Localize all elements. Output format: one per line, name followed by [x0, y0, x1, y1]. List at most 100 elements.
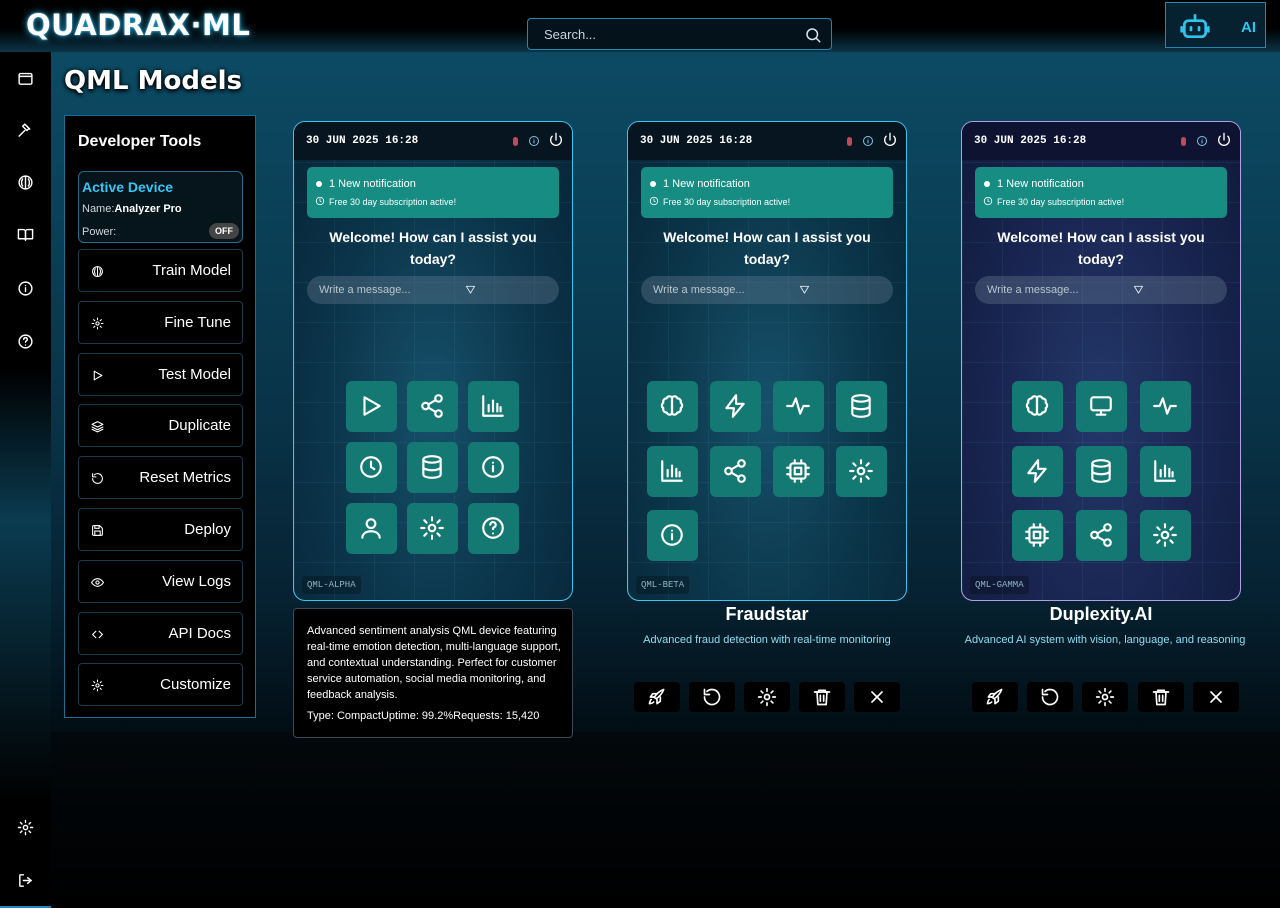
reset-action-button[interactable]	[689, 682, 735, 712]
info-icon[interactable]	[1196, 135, 1208, 147]
settings-action-button[interactable]	[744, 682, 790, 712]
power-toggle[interactable]: OFF	[209, 223, 239, 239]
ai-assistant-button[interactable]: AI	[1165, 2, 1266, 48]
message-input[interactable]: Write a message...	[975, 276, 1227, 304]
triangle-down-icon[interactable]	[465, 284, 476, 295]
cpu-tile[interactable]	[1012, 510, 1063, 561]
power-icon[interactable]	[882, 132, 898, 148]
gear-tile[interactable]	[407, 503, 458, 554]
lower-background	[51, 732, 1280, 908]
welcome-text: Welcome! How can I assist you today?	[329, 229, 537, 267]
customize-button[interactable]: Customize	[78, 663, 243, 706]
notification-banner[interactable]: 1 New notification Free 30 day subscript…	[307, 167, 559, 218]
close-icon	[871, 691, 883, 703]
play-icon	[93, 370, 103, 381]
window-icon[interactable]	[17, 70, 34, 87]
view-logs-button[interactable]: View Logs	[78, 560, 243, 603]
settings-action-button[interactable]	[1082, 682, 1128, 712]
info-tile[interactable]	[468, 442, 519, 493]
tooltip-description: Advanced sentiment analysis QML device f…	[307, 625, 561, 701]
ai-label: AI	[1241, 19, 1256, 36]
record-indicator	[847, 137, 852, 146]
reset-metrics-button[interactable]: Reset Metrics	[78, 456, 243, 499]
database-tile[interactable]	[836, 381, 887, 432]
message-input[interactable]: Write a message...	[641, 276, 893, 304]
bolt-tile[interactable]	[710, 381, 761, 432]
deploy-button[interactable]: Deploy	[78, 508, 243, 551]
brain-tile[interactable]	[647, 381, 698, 432]
logout-icon[interactable]	[17, 872, 34, 889]
app-header: QUADRAX·ML Search... AI	[0, 0, 1280, 52]
clock-tile[interactable]	[346, 442, 397, 493]
info-icon[interactable]	[862, 135, 874, 147]
play-tile[interactable]	[346, 381, 397, 432]
info-tile[interactable]	[647, 510, 698, 561]
rocket-icon	[986, 688, 1003, 705]
share-tile[interactable]	[710, 446, 761, 497]
power-icon[interactable]	[548, 132, 564, 148]
message-input[interactable]: Write a message...	[307, 276, 559, 304]
share-tile[interactable]	[407, 381, 458, 432]
chart-tile[interactable]	[647, 446, 698, 497]
welcome-text: Welcome! How can I assist you today?	[663, 229, 871, 267]
search-icon[interactable]	[804, 26, 822, 44]
activity-icon	[1153, 397, 1177, 415]
triangle-down-icon[interactable]	[799, 284, 810, 295]
notification-banner[interactable]: 1 New notification Free 30 day subscript…	[975, 167, 1227, 218]
book-icon[interactable]	[17, 226, 34, 243]
close-action-button[interactable]	[1193, 682, 1239, 712]
chart-icon	[1154, 460, 1176, 482]
user-tile[interactable]	[346, 503, 397, 554]
device-time: 30 JUN 2025 16:28	[640, 135, 753, 147]
info-icon[interactable]	[17, 280, 34, 297]
help-icon[interactable]	[17, 333, 34, 350]
notification-dot	[984, 181, 990, 187]
activity-icon	[786, 397, 810, 415]
gear-tile[interactable]	[836, 446, 887, 497]
chart-tile[interactable]	[468, 381, 519, 432]
duplicate-button[interactable]: Duplicate	[78, 404, 243, 447]
deploy-action-button[interactable]	[972, 682, 1018, 712]
share-tile[interactable]	[1076, 510, 1127, 561]
clock-icon	[649, 196, 659, 206]
device-card-alpha[interactable]: 30 JUN 2025 16:28 1 New notification Fre…	[293, 121, 573, 601]
reset-action-button[interactable]	[1027, 682, 1073, 712]
code-icon	[92, 630, 103, 639]
test-model-button[interactable]: Test Model	[78, 353, 243, 396]
activity-tile[interactable]	[1140, 381, 1191, 432]
notification-banner[interactable]: 1 New notification Free 30 day subscript…	[641, 167, 893, 218]
help-tile[interactable]	[468, 503, 519, 554]
close-action-button[interactable]	[854, 682, 900, 712]
chart-tile[interactable]	[1140, 446, 1191, 497]
deploy-action-button[interactable]	[634, 682, 680, 712]
bolt-tile[interactable]	[1012, 446, 1063, 497]
device-time: 30 JUN 2025 16:28	[306, 135, 419, 147]
database-icon	[422, 455, 442, 479]
device-card-gamma[interactable]: 30 JUN 2025 16:28 1 New notification Fre…	[961, 121, 1241, 601]
database-icon	[1091, 459, 1111, 483]
train-model-button[interactable]: Train Model	[78, 249, 243, 292]
gear-tile[interactable]	[1140, 510, 1191, 561]
power-icon[interactable]	[1216, 132, 1232, 148]
cpu-tile[interactable]	[773, 446, 824, 497]
search-input[interactable]: Search...	[527, 18, 832, 50]
info-icon[interactable]	[528, 135, 540, 147]
settings-icon[interactable]	[17, 819, 34, 836]
delete-action-button[interactable]	[1138, 682, 1184, 712]
activity-tile[interactable]	[773, 381, 824, 432]
database-tile[interactable]	[1076, 446, 1127, 497]
triangle-down-icon[interactable]	[1133, 284, 1144, 295]
fine-tune-button[interactable]: Fine Tune	[78, 301, 243, 344]
brain-icon[interactable]	[17, 174, 34, 191]
database-tile[interactable]	[407, 442, 458, 493]
delete-action-button[interactable]	[799, 682, 845, 712]
layers-icon	[91, 421, 104, 433]
device-status-bar: 30 JUN 2025 16:28	[294, 122, 572, 160]
device-card-beta[interactable]: 30 JUN 2025 16:28 1 New notification Fre…	[627, 121, 907, 601]
info-icon	[482, 456, 504, 478]
active-device-card: Active Device Name:Analyzer Pro Power: O…	[78, 171, 243, 243]
api-docs-button[interactable]: API Docs	[78, 612, 243, 655]
monitor-tile[interactable]	[1076, 381, 1127, 432]
hammer-icon[interactable]	[17, 122, 34, 139]
brain-tile[interactable]	[1012, 381, 1063, 432]
